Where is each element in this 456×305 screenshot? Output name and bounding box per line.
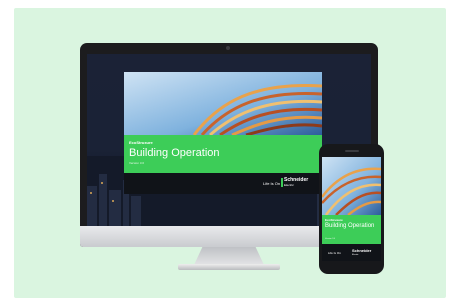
- schneider-logo: Schneider Electric: [281, 178, 308, 188]
- phone-subtitle: Version 3.0: [325, 238, 336, 240]
- speaker-icon: [345, 150, 359, 152]
- phone-tagline: Life Is On: [328, 251, 341, 255]
- phone-building-photo: [322, 157, 381, 215]
- ecostruxure-logo: EcoStruxure: [129, 140, 153, 145]
- brand-sub: Electric: [284, 183, 294, 187]
- phone-title: Building Operation: [325, 223, 375, 229]
- camera-icon: [226, 46, 230, 50]
- slide-title: Building Operation: [129, 147, 220, 159]
- monitor-stand: [194, 247, 264, 265]
- title-slide: EcoStruxure Building Operation Version 3…: [124, 72, 322, 194]
- phone-ecostruxure-logo: EcoStruxure: [325, 218, 343, 222]
- phone-brand-sub: Electric: [352, 254, 359, 256]
- phone-schneider-logo: Schneider Electric: [352, 249, 371, 257]
- tagline: Life Is On: [263, 181, 281, 186]
- smartphone: EcoStruxure Building Operation Version 3…: [319, 144, 384, 274]
- phone-screen: EcoStruxure Building Operation Version 3…: [322, 157, 381, 261]
- building-photo: [124, 72, 322, 135]
- slide-subtitle: Version 3.0: [129, 161, 145, 165]
- monitor-base: [178, 264, 280, 270]
